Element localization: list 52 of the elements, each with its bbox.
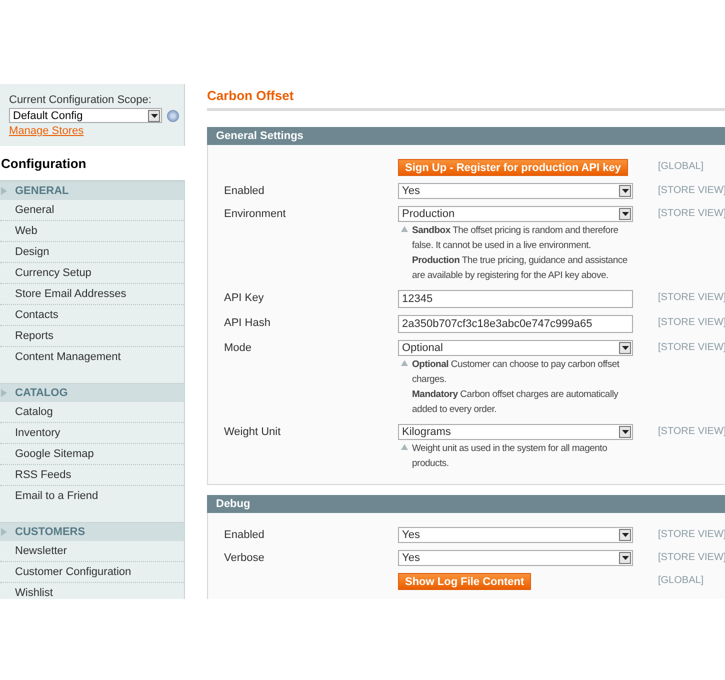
select-field[interactable]: Kilograms — [398, 424, 633, 440]
select-field[interactable]: Production — [398, 206, 633, 222]
input-field[interactable]: 12345 — [398, 290, 633, 308]
scope-tag: [GLOBAL] — [658, 161, 704, 172]
scope-select[interactable]: Default Config — [9, 108, 162, 123]
triangle-icon — [401, 444, 408, 450]
sidebar-item[interactable]: Customer Configuration — [0, 562, 184, 583]
input-field[interactable]: 2a350b707cf3c18e3abc0e747c999a65 — [398, 315, 633, 333]
help-icon[interactable] — [167, 110, 179, 122]
triangle-icon — [1, 528, 7, 536]
sidebar-item[interactable]: Contacts — [0, 305, 184, 326]
field-note: Mandatory Carbon offset charges are automatically added to every order. — [412, 388, 620, 417]
field-note: Production The true pricing, guidance and assistance are available by registering for the API key above. — [412, 254, 628, 283]
field-label: Verbose — [224, 552, 264, 564]
triangle-icon — [401, 226, 408, 232]
sidebar-item[interactable]: Newsletter — [0, 541, 184, 562]
select-field[interactable]: Optional — [398, 340, 633, 356]
sidebar-item[interactable]: Reports — [0, 326, 184, 347]
field-note: Optional Customer can choose to pay carbon offset charges. — [412, 358, 620, 387]
section-header: General Settings — [207, 127, 725, 145]
sidebar-item[interactable]: Catalog — [0, 402, 184, 423]
sidebar-title: Configuration — [0, 146, 185, 181]
select-field[interactable]: Yes — [398, 550, 633, 566]
page-title: Carbon Offset — [207, 88, 295, 103]
field-note: Weight unit as used in the system for all magento products. — [412, 442, 608, 471]
triangle-icon — [401, 360, 408, 366]
field-note: Sandbox The offset pricing is random and therefore false. It cannot be used in a live environment. — [412, 224, 620, 253]
triangle-icon — [1, 389, 7, 397]
sidebar-item[interactable]: Web — [0, 221, 184, 242]
sidebar-item[interactable]: Currency Setup — [0, 263, 184, 284]
select-field[interactable]: Yes — [398, 183, 633, 199]
sidebar-item[interactable]: Email to a Friend — [0, 486, 184, 506]
select-field[interactable]: Yes — [398, 527, 633, 543]
field-label: Enabled — [224, 529, 264, 541]
sidebar-item[interactable]: Content Management — [0, 347, 184, 367]
sidebar-item[interactable]: Inventory — [0, 423, 184, 444]
scope-label: Current Configuration Scope: — [9, 94, 152, 106]
field-label: Weight Unit — [224, 426, 281, 438]
scope-tag: [GLOBAL] — [658, 575, 704, 586]
sidebar-item[interactable]: Wishlist — [0, 583, 184, 599]
field-label: API Hash — [224, 317, 270, 329]
field-label: API Key — [224, 292, 264, 304]
sidebar-item[interactable]: RSS Feeds — [0, 465, 184, 486]
sidebar-item[interactable]: Store Email Addresses — [0, 284, 184, 305]
triangle-icon — [1, 187, 7, 195]
sidebar-item[interactable]: Google Sitemap — [0, 444, 184, 465]
section-header: Debug — [207, 495, 725, 513]
field-label: Environment — [224, 208, 286, 220]
sidebar-item[interactable]: Design — [0, 242, 184, 263]
field-label: Mode — [224, 342, 252, 354]
sidebar-item[interactable]: General — [0, 200, 184, 221]
field-label: Enabled — [224, 185, 264, 197]
